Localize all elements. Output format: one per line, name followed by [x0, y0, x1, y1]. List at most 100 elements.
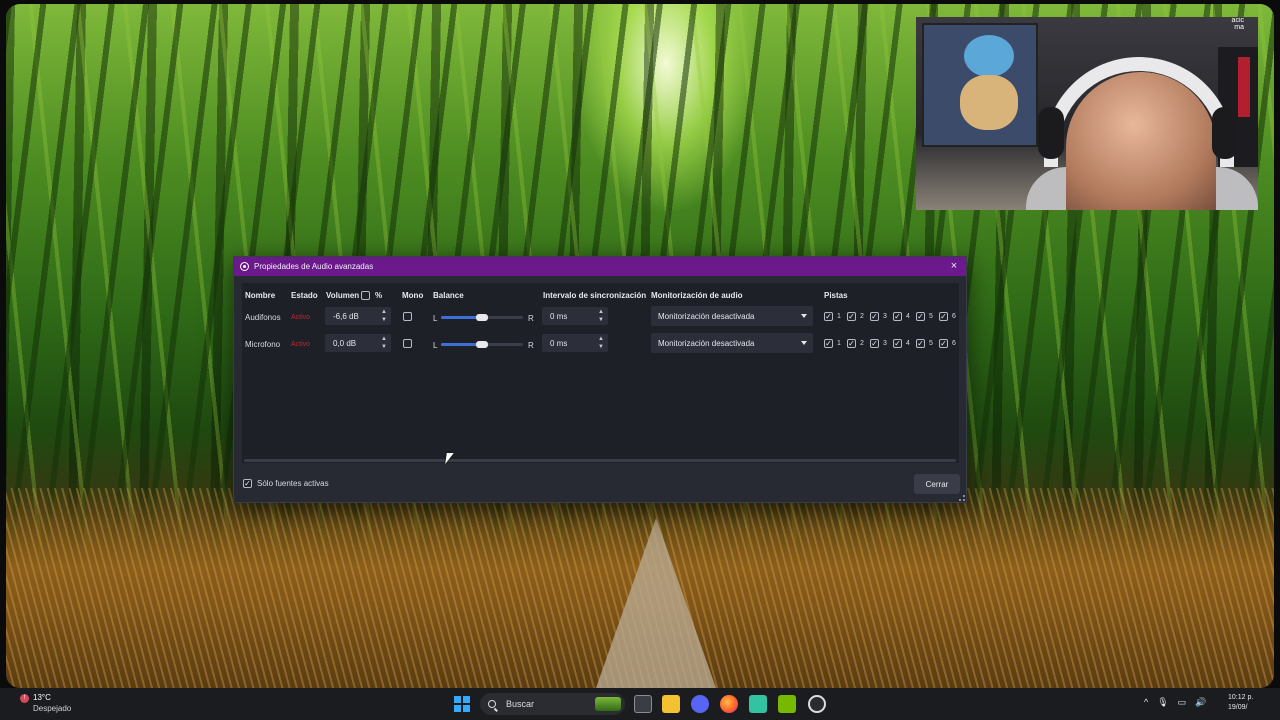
firefox-icon[interactable] [720, 695, 738, 713]
monitoring-value: Monitorización desactivada [658, 311, 755, 321]
header-volume-percent: % [375, 291, 383, 300]
sync-offset-spinbox[interactable]: 0 ms ▲ ▼ [542, 307, 608, 325]
webcam-corner-line-1: acic [1231, 17, 1244, 24]
track-2[interactable]: ✓ 2 [847, 339, 864, 348]
track-checkbox[interactable]: ✓ [824, 339, 833, 348]
spin-down-icon[interactable]: ▼ [598, 343, 604, 351]
search-highlight-thumbnail [595, 697, 621, 711]
only-active-sources-toggle[interactable]: ✓ Sólo fuentes activas [243, 479, 329, 488]
taskbar-search[interactable]: Buscar [480, 693, 625, 715]
track-5[interactable]: ✓ 5 [916, 312, 933, 321]
track-4[interactable]: ✓ 4 [893, 312, 910, 321]
track-6[interactable]: ✓ 6 [939, 339, 956, 348]
volume-icon[interactable]: 🔊 [1195, 697, 1206, 708]
close-icon[interactable]: × [948, 260, 960, 272]
tray-expand-icon[interactable]: ^ [1144, 697, 1148, 708]
task-view-icon[interactable] [634, 695, 652, 713]
weather-temperature: 13°C [33, 693, 51, 702]
mono-checkbox[interactable] [403, 312, 412, 321]
track-5[interactable]: ✓ 5 [916, 339, 933, 348]
squirtle-head [964, 35, 1014, 77]
volume-spin-arrows[interactable]: ▲ ▼ [380, 335, 388, 351]
track-checkbox[interactable]: ✓ [893, 339, 902, 348]
track-4[interactable]: ✓ 4 [893, 339, 910, 348]
close-button[interactable]: Cerrar [914, 474, 960, 494]
track-checkbox[interactable]: ✓ [870, 312, 879, 321]
spin-up-icon[interactable]: ▲ [381, 335, 387, 343]
discord-icon[interactable] [691, 695, 709, 713]
track-checkbox[interactable]: ✓ [847, 339, 856, 348]
sync-offset-value: 0 ms [550, 311, 568, 321]
resize-grip-icon[interactable] [959, 495, 965, 501]
volume-spinbox[interactable]: -6,6 dB ▲ ▼ [325, 307, 391, 325]
webcam-corner-line-2: ma [1234, 24, 1244, 31]
track-number: 6 [952, 313, 956, 320]
microphone-icon[interactable]: 🎙 [1157, 697, 1168, 708]
track-checkbox[interactable]: ✓ [916, 312, 925, 321]
advanced-audio-properties-dialog: Propiedades de Audio avanzadas × Nombre … [233, 256, 967, 503]
obs-icon[interactable] [808, 695, 826, 713]
track-number: 1 [837, 313, 841, 320]
track-1[interactable]: ✓ 1 [824, 339, 841, 348]
headphone-earcup-right [1212, 107, 1238, 159]
mono-checkbox[interactable] [403, 339, 412, 348]
clock[interactable]: 10:12 p. 19/09/ [1228, 693, 1253, 713]
track-checkbox[interactable]: ✓ [847, 312, 856, 321]
volume-spinbox[interactable]: 0,0 dB ▲ ▼ [325, 334, 391, 352]
search-icon [488, 700, 496, 708]
volume-percent-checkbox[interactable] [361, 291, 370, 300]
track-2[interactable]: ✓ 2 [847, 312, 864, 321]
obs-icon [240, 262, 249, 271]
monitoring-dropdown[interactable]: Monitorización desactivada [651, 333, 813, 353]
track-number: 3 [883, 340, 887, 347]
spin-up-icon[interactable]: ▲ [381, 308, 387, 316]
track-1[interactable]: ✓ 1 [824, 312, 841, 321]
track-checkbox[interactable]: ✓ [870, 339, 879, 348]
spin-down-icon[interactable]: ▼ [381, 316, 387, 324]
monitoring-value: Monitorización desactivada [658, 338, 755, 348]
balance-slider-handle[interactable] [476, 314, 488, 321]
chevron-down-icon [801, 341, 807, 345]
spin-down-icon[interactable]: ▼ [381, 343, 387, 351]
spin-up-icon[interactable]: ▲ [598, 335, 604, 343]
streamlabs-icon[interactable] [749, 695, 767, 713]
monitoring-dropdown[interactable]: Monitorización desactivada [651, 306, 813, 326]
track-number: 2 [860, 340, 864, 347]
header-sync-offset: Intervalo de sincronización [543, 291, 647, 300]
track-6[interactable]: ✓ 6 [939, 312, 956, 321]
chair-stripe [1238, 57, 1250, 117]
only-active-checkbox[interactable]: ✓ [243, 479, 252, 488]
file-explorer-icon[interactable] [662, 695, 680, 713]
weather-widget[interactable]: ! 13°C Despejado [20, 693, 71, 713]
source-status: Activo [291, 341, 311, 348]
balance-left-label: L [433, 341, 438, 350]
horizontal-scrollbar[interactable] [244, 459, 956, 462]
squirtle-shell [960, 75, 1018, 130]
start-icon[interactable] [454, 696, 470, 712]
system-tray: ^ 🎙 ▭ 🔊 [1144, 697, 1206, 708]
sync-spin-arrows[interactable]: ▲ ▼ [597, 308, 605, 324]
header-tracks: Pistas [824, 291, 848, 300]
sync-offset-spinbox[interactable]: 0 ms ▲ ▼ [542, 334, 608, 352]
clock-time: 10:12 p. [1228, 694, 1254, 701]
track-checkbox[interactable]: ✓ [939, 312, 948, 321]
spin-down-icon[interactable]: ▼ [598, 316, 604, 324]
source-name: Audifonos [245, 313, 281, 322]
track-checkbox[interactable]: ✓ [916, 339, 925, 348]
chevron-down-icon [801, 314, 807, 318]
track-checkbox[interactable]: ✓ [893, 312, 902, 321]
sync-spin-arrows[interactable]: ▲ ▼ [597, 335, 605, 351]
volume-spin-arrows[interactable]: ▲ ▼ [380, 308, 388, 324]
balance-right-label: R [528, 314, 534, 323]
header-volume: Volumen [326, 291, 360, 300]
nvidia-icon[interactable] [778, 695, 796, 713]
track-3[interactable]: ✓ 3 [870, 339, 887, 348]
spin-up-icon[interactable]: ▲ [598, 308, 604, 316]
dialog-titlebar[interactable]: Propiedades de Audio avanzadas × [234, 257, 966, 276]
audio-sources-table: Nombre Estado Volumen % Mono Balance Int… [242, 283, 959, 463]
balance-slider-handle[interactable] [476, 341, 488, 348]
track-3[interactable]: ✓ 3 [870, 312, 887, 321]
track-checkbox[interactable]: ✓ [939, 339, 948, 348]
network-icon[interactable]: ▭ [1178, 697, 1187, 708]
track-checkbox[interactable]: ✓ [824, 312, 833, 321]
